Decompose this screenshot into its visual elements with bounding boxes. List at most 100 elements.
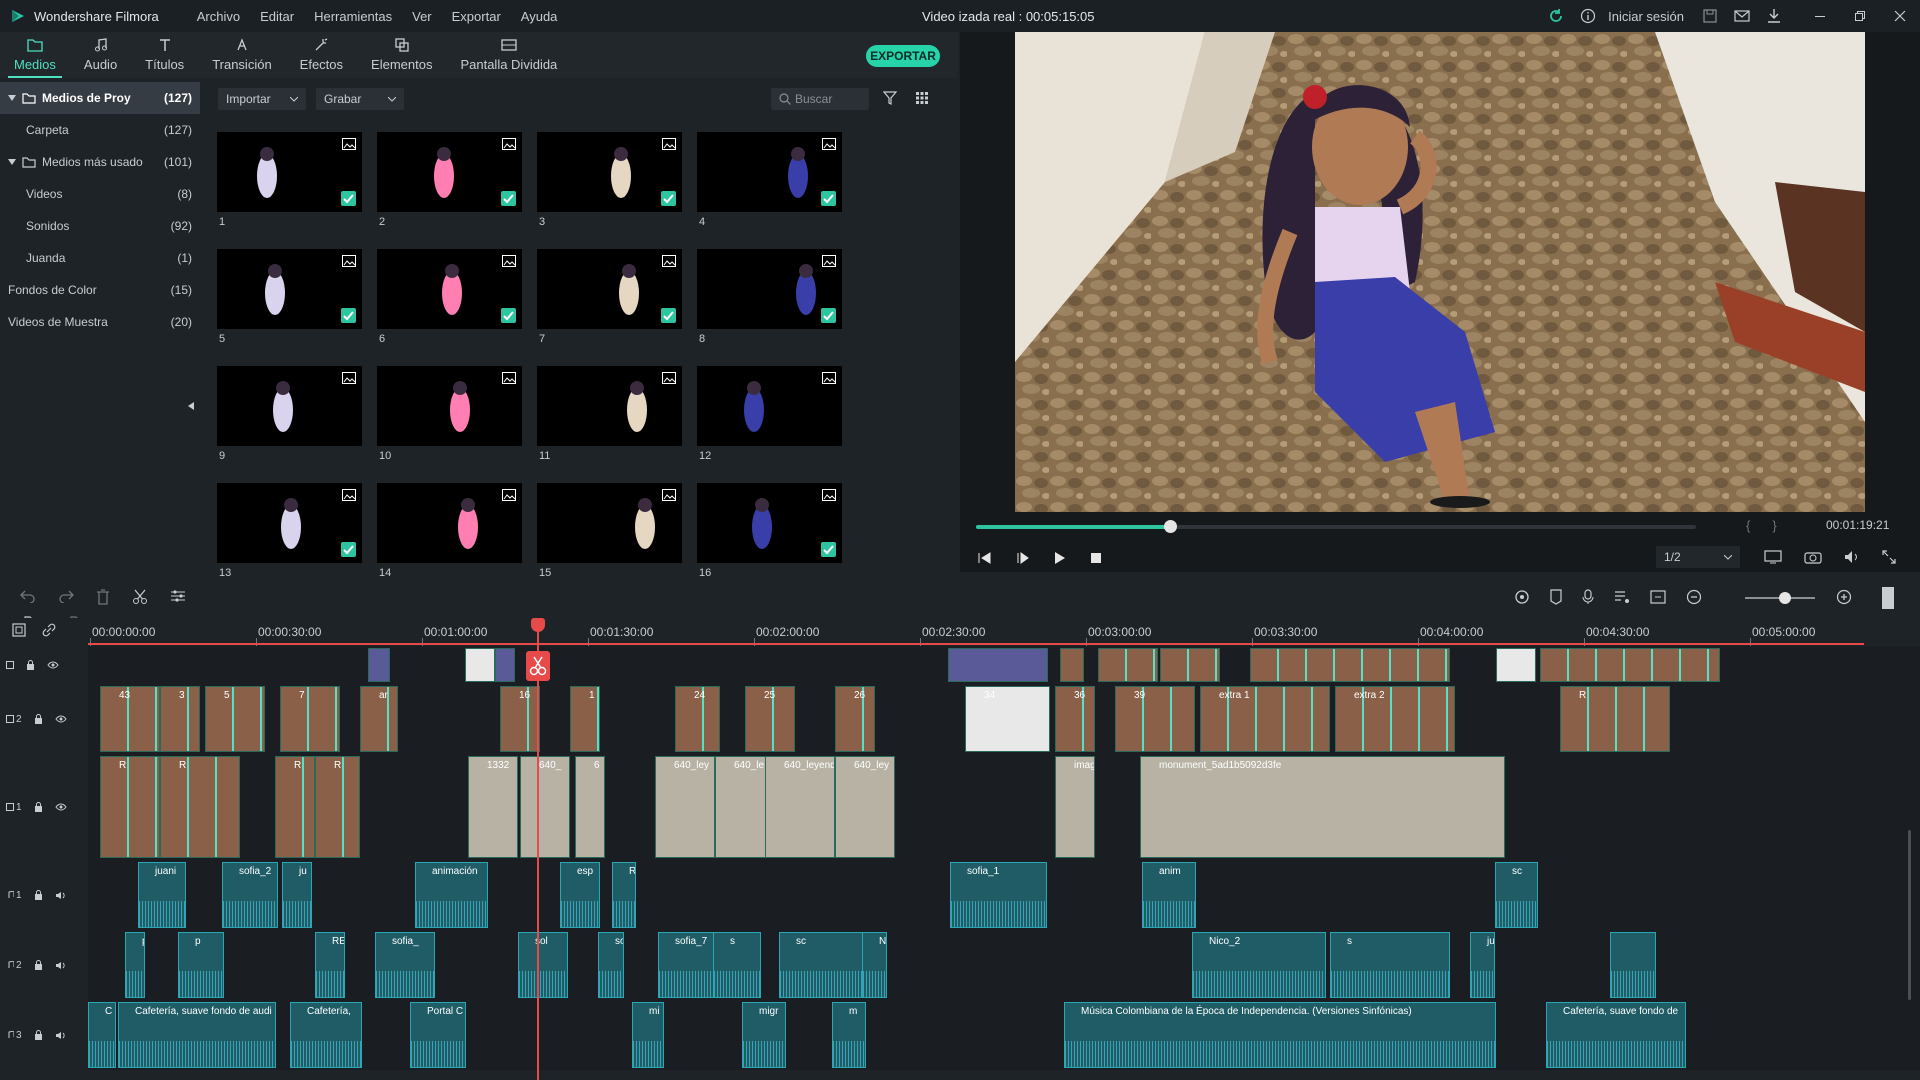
video-clip[interactable]	[1160, 648, 1220, 682]
snapshot-camera-icon[interactable]	[1804, 550, 1822, 564]
audio-clip[interactable]: s	[1330, 932, 1450, 998]
video-clip[interactable]: 640_ley	[655, 756, 715, 858]
video-clip[interactable]: 6	[575, 756, 605, 858]
mail-icon[interactable]	[1726, 0, 1758, 32]
sidebar-item-juanda[interactable]: Juanda (1)	[0, 242, 200, 274]
lock-icon[interactable]	[34, 890, 43, 900]
video-clip[interactable]	[368, 648, 390, 682]
download-icon[interactable]	[1758, 0, 1790, 32]
record-dropdown[interactable]: Grabar	[316, 88, 404, 110]
audio-clip[interactable]: Música Colombiana de la Época de Indepen…	[1064, 1002, 1496, 1068]
visibility-eye-icon[interactable]	[54, 715, 67, 723]
fullscreen-icon[interactable]	[1882, 550, 1896, 564]
audio-clip[interactable]: anim	[1142, 862, 1196, 928]
video-clip[interactable]: extra 1	[1200, 686, 1330, 752]
video-clip[interactable]: 1	[570, 686, 600, 752]
sign-in-link[interactable]: Iniciar sesión	[1608, 9, 1684, 24]
media-item[interactable]: 11	[537, 366, 682, 483]
video-clip[interactable]	[1060, 648, 1084, 682]
grid-view-icon[interactable]	[915, 91, 929, 105]
auto-fit-icon[interactable]	[1650, 590, 1666, 604]
audio-clip[interactable]: animación	[415, 862, 488, 928]
video-clip[interactable]: monument_5ad1b5092d3fe	[1140, 756, 1505, 858]
menu-editar[interactable]: Editar	[250, 9, 304, 24]
tab-medios[interactable]: Medios	[0, 32, 70, 78]
split-scissors-icon[interactable]	[132, 589, 148, 605]
sidebar-item-videos-muestra[interactable]: Videos de Muestra (20)	[0, 306, 200, 338]
step-forward-icon[interactable]	[1016, 552, 1030, 564]
audio-clip[interactable]: sc	[779, 932, 869, 998]
video-clip[interactable]: 640_	[520, 756, 570, 858]
mark-in-out-icons[interactable]: {}	[1746, 518, 1799, 533]
save-icon[interactable]	[1694, 0, 1726, 32]
audio-clip[interactable]: juan	[1470, 932, 1495, 998]
video-clip[interactable]	[465, 648, 495, 682]
audio-clip[interactable]: p	[178, 932, 224, 998]
minimize-icon[interactable]	[1800, 0, 1840, 32]
sidebar-item-fondos-color[interactable]: Fondos de Color (15)	[0, 274, 200, 306]
audio-clip[interactable]: Cafetería, suave fondo de audi	[118, 1002, 276, 1068]
video-clip[interactable]	[1098, 648, 1158, 682]
preview-scrubber[interactable]	[976, 520, 1696, 533]
speaker-icon[interactable]	[55, 891, 66, 900]
export-button[interactable]: EXPORTAR	[866, 45, 940, 67]
stop-icon[interactable]	[1090, 552, 1102, 564]
video-clip[interactable]: 34	[965, 686, 1050, 752]
media-item[interactable]: 9	[217, 366, 362, 483]
audio-clip[interactable]: Cafetería, suave fondo de	[1546, 1002, 1686, 1068]
audio-clip[interactable]: sofia_7	[658, 932, 716, 998]
voiceover-list-icon[interactable]	[1614, 590, 1630, 604]
video-clip[interactable]: 36	[1055, 686, 1095, 752]
tab-efectos[interactable]: Efectos	[286, 32, 357, 78]
playhead[interactable]	[537, 618, 539, 1080]
timeline-track-a1[interactable]: 1 juani sofia_2 ju animación esp REC_20210715_…	[0, 860, 1920, 930]
info-icon[interactable]	[1572, 0, 1604, 32]
audio-clip[interactable]: patty	[125, 932, 145, 998]
video-clip[interactable]: R	[275, 756, 315, 858]
media-item[interactable]: 7	[537, 249, 682, 366]
video-clip[interactable]	[1250, 648, 1450, 682]
timeline-track-v3[interactable]	[0, 646, 1920, 684]
timeline-track-v1[interactable]: 1 R R R R 1332 640_ 6 640_ley 640_le 640_leyenda_1…	[0, 754, 1920, 860]
add-track-icon[interactable]	[12, 623, 26, 637]
scrubber-handle[interactable]	[1164, 520, 1178, 533]
audio-clip[interactable]: sofia_2	[222, 862, 278, 928]
delete-icon[interactable]	[96, 589, 110, 605]
timeline-scrollbar[interactable]	[1908, 830, 1911, 1000]
timeline-track-v2[interactable]: 2 43 3 5 7 ar 16 1 24 25 26 34 36 39 extra 1 extra 2 R	[0, 684, 1920, 754]
video-clip[interactable]: 24	[675, 686, 720, 752]
video-clip[interactable]	[495, 648, 515, 682]
link-icon[interactable]	[42, 623, 56, 637]
tab-titulos[interactable]: Títulos	[131, 32, 198, 78]
video-clip[interactable]: 7	[280, 686, 340, 752]
audio-clip[interactable]: C	[88, 1002, 116, 1068]
render-icon[interactable]	[1514, 589, 1530, 605]
menu-ayuda[interactable]: Ayuda	[511, 9, 568, 24]
media-item[interactable]: 8	[697, 249, 842, 366]
audio-clip[interactable]: REC_202	[315, 932, 345, 998]
video-clip[interactable]: R	[315, 756, 360, 858]
preview-quality-select[interactable]: 1/2	[1656, 546, 1740, 568]
lock-icon[interactable]	[26, 660, 35, 670]
menu-herramientas[interactable]: Herramientas	[304, 9, 402, 24]
sidebar-item-videos[interactable]: Videos (8)	[0, 178, 200, 210]
media-item[interactable]: 6	[377, 249, 522, 366]
audio-clip[interactable]: Nico_2	[1192, 932, 1326, 998]
audio-clip[interactable]: migr	[742, 1002, 786, 1068]
audio-clip[interactable]: REC_20210715_15	[612, 862, 636, 928]
close-icon[interactable]	[1880, 0, 1920, 32]
rewind-icon[interactable]	[978, 552, 992, 564]
playhead-handle[interactable]	[531, 618, 545, 632]
zoom-in-icon[interactable]	[1836, 589, 1852, 605]
playhead-scissors-icon[interactable]	[526, 651, 550, 681]
video-clip[interactable]: 640_leyenda_1	[765, 756, 835, 858]
media-item[interactable]: 2	[377, 132, 522, 249]
microphone-icon[interactable]	[1582, 589, 1594, 605]
sidebar-item-sonidos[interactable]: Sonidos (92)	[0, 210, 200, 242]
video-clip[interactable]: 39	[1115, 686, 1195, 752]
speaker-icon[interactable]	[55, 961, 66, 970]
audio-clip[interactable]: s	[713, 932, 761, 998]
lock-icon[interactable]	[34, 1030, 43, 1040]
filter-icon[interactable]	[883, 91, 897, 105]
video-clip[interactable]: R	[160, 756, 240, 858]
